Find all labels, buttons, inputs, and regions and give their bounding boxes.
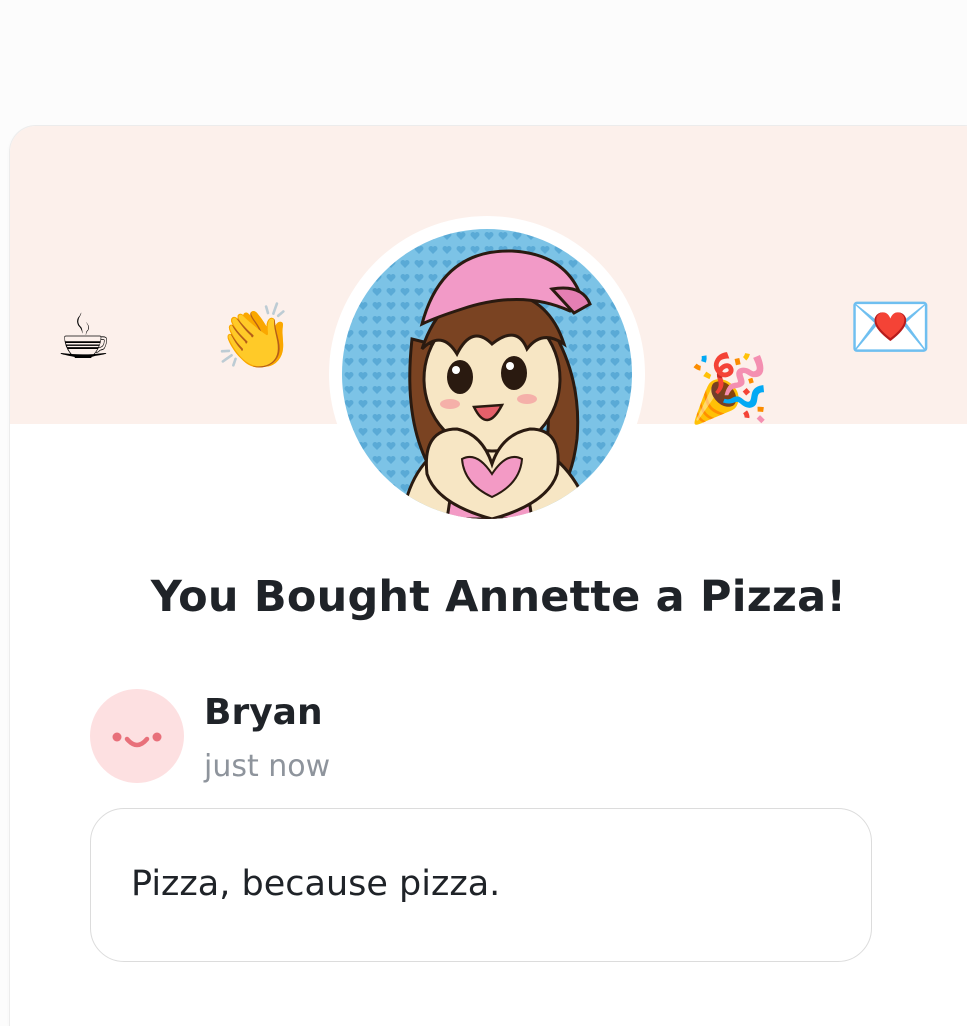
supporter-name: Bryan xyxy=(204,692,323,733)
party-popper-emoji-icon: 🎉 xyxy=(688,350,771,427)
creator-avatar[interactable] xyxy=(342,229,632,519)
support-message-text: Pizza, because pizza. xyxy=(131,864,501,904)
support-confirmation-card: ☕ 👏 🎉 💌 You Bought Annette a Pizza! Brya… xyxy=(10,126,967,1026)
smiley-face-icon xyxy=(112,732,162,748)
clapping-hands-emoji-icon: 👏 xyxy=(215,301,295,375)
page-title: You Bought Annette a Pizza! xyxy=(150,572,847,622)
coffee-emoji-icon: ☕ xyxy=(56,300,112,373)
supporter-timestamp: just now xyxy=(204,749,331,784)
love-letter-emoji-icon: 💌 xyxy=(848,288,933,367)
support-message-box: Pizza, because pizza. xyxy=(90,808,872,962)
supporter-avatar xyxy=(90,689,184,783)
anime-girl-avatar-icon xyxy=(342,229,632,519)
creator-avatar-ring xyxy=(329,216,645,532)
